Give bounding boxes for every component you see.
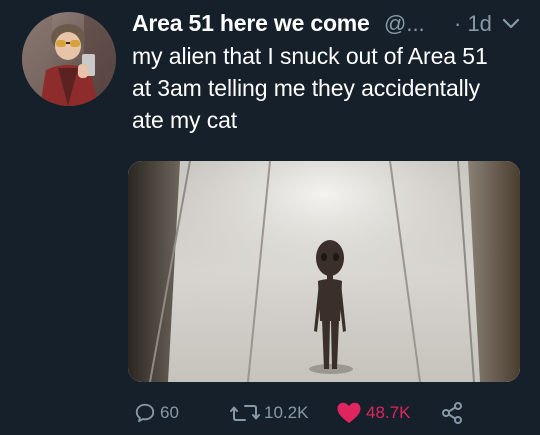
retweet-icon [230, 405, 260, 421]
reply-button[interactable]: 60 [134, 396, 179, 430]
chevron-down-icon[interactable] [502, 17, 520, 31]
tweet-text: my alien that I snuck out of Area 51 at … [132, 40, 528, 136]
tweet-text-line: my alien that I snuck out of Area 51 [132, 43, 488, 69]
tweet: Area 51 here we come @... · 1d my alien … [0, 0, 540, 435]
share-button[interactable] [440, 396, 464, 430]
heart-icon [337, 402, 361, 423]
tweet-text-line: ate my cat [132, 107, 238, 133]
tweet-actions: 60 10.2K 48.7K [130, 396, 530, 430]
display-name[interactable]: Area 51 here we come [132, 10, 370, 37]
retweet-count: 10.2K [264, 403, 309, 422]
like-button[interactable]: 48.7K [336, 396, 410, 430]
retweet-button[interactable]: 10.2K [230, 396, 308, 430]
alien-hallway-photo [128, 161, 520, 382]
share-icon [442, 402, 462, 424]
avatar-image [22, 12, 116, 106]
reply-icon [135, 403, 155, 423]
avatar[interactable] [22, 12, 116, 106]
user-handle[interactable]: @... [384, 11, 425, 37]
reply-count: 60 [160, 403, 179, 422]
tweet-text-line: at 3am telling me they accidentally [132, 75, 481, 101]
tweet-header: Area 51 here we come @... · 1d [132, 10, 528, 40]
tweet-media-image[interactable] [128, 161, 520, 382]
like-count: 48.7K [366, 403, 411, 422]
timestamp[interactable]: · 1d [454, 11, 492, 37]
